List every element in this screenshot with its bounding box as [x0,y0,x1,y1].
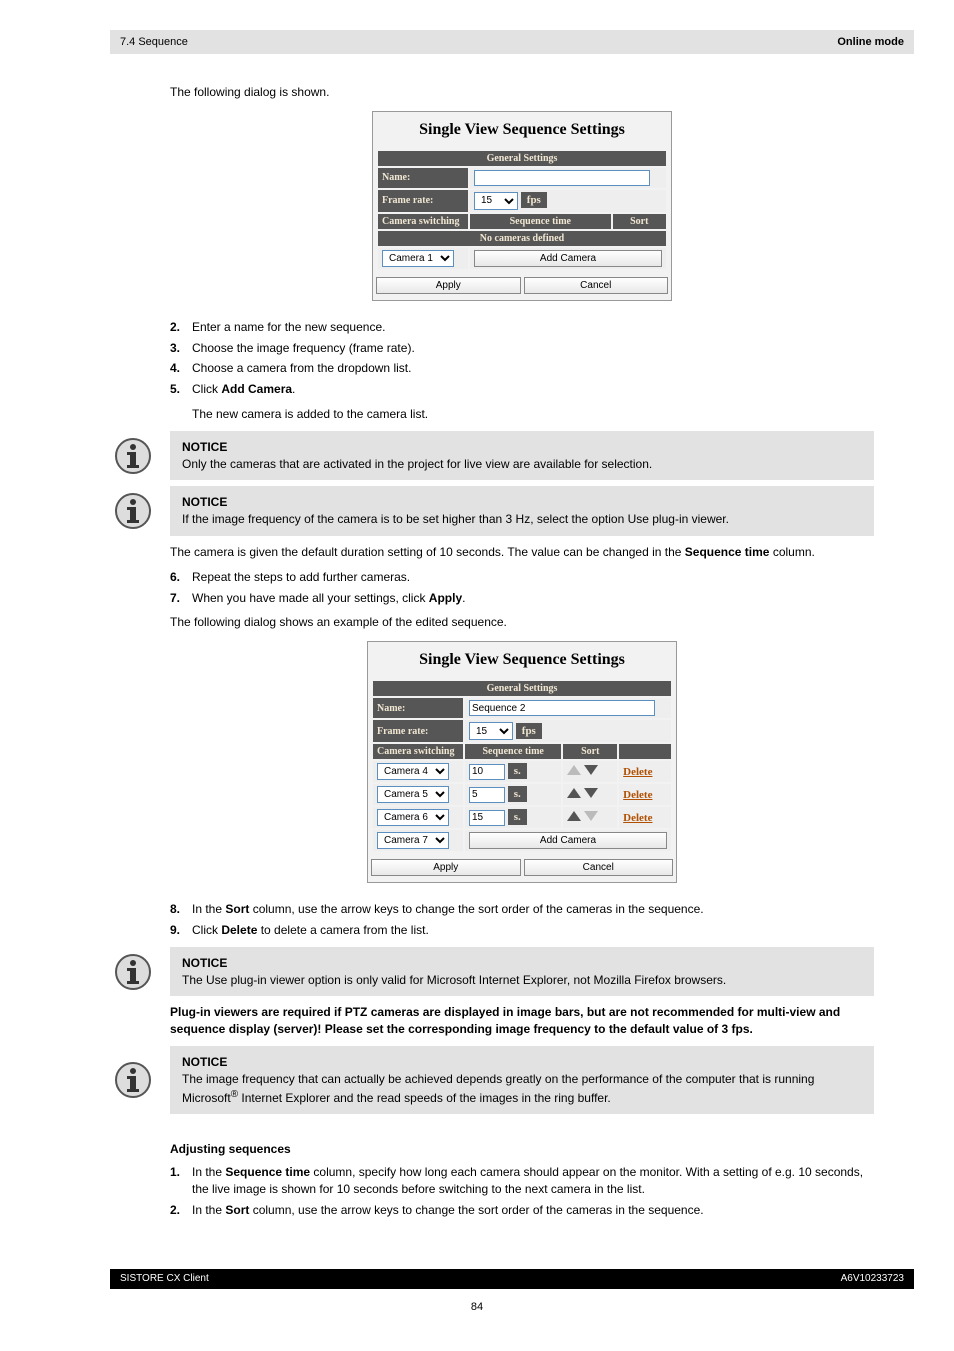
fig1-rate-label: Frame rate: [378,190,468,212]
intro-steps: 2.Enter a name for the new sequence. 3.C… [170,319,874,398]
fig2-general-header: General Settings [373,681,671,696]
fig2-apply-button[interactable]: Apply [371,859,521,876]
sort-down-icon[interactable] [584,788,598,798]
fig2-delete-link[interactable]: Delete [623,766,652,778]
fig2-row-time-input[interactable] [469,810,505,826]
fig2-rate-label: Frame rate: [373,720,463,742]
fig1-name-label: Name: [378,168,468,188]
fig1-switching-header: Camera switching [378,214,468,229]
fig2-s-unit: s. [508,809,527,825]
fig2-row-camera-select[interactable]: Camera 4 [377,763,449,780]
footer-right: A6V10233723 [841,1273,904,1284]
notice-box-4: NOTICE The image frequency that can actu… [170,1046,874,1114]
info-icon [110,1060,156,1100]
header-section: 7.4 Sequence [120,36,837,48]
footer-left: SISTORE CX Client [120,1273,841,1284]
header-chapter: Online mode [837,36,904,48]
mid-p2: The following dialog shows an example of… [170,614,874,631]
mid-steps-2: 8.In the Sort column, use the arrow keys… [170,901,874,939]
fig2-name-label: Name: [373,698,463,718]
page-header: 7.4 Sequence Online mode [110,30,914,54]
fig1-fps-label: fps [521,192,547,208]
fig2-sort-header: Sort [563,744,617,759]
fig2-delete-link[interactable]: Delete [623,812,652,824]
fig1-sort-header: Sort [613,214,666,229]
notice-box-2: NOTICE If the image frequency of the cam… [170,486,874,536]
info-icon [110,436,156,476]
info-icon [110,952,156,992]
fig2-add-camera-button[interactable]: Add Camera [469,832,667,849]
notice-box-1: NOTICE Only the cameras that are activat… [170,431,874,481]
fig2-switching-header: Camera switching [373,744,463,759]
fig2-seqtime-header: Sequence time [465,744,561,759]
fig1-seqtime-header: Sequence time [470,214,611,229]
adjust-steps: 1.In the Sequence time column, specify h… [170,1164,874,1218]
fig2-name-input[interactable] [469,700,655,716]
fig1-rate-select[interactable]: 15 [474,192,518,210]
info-icon [110,491,156,531]
fig2-row-camera-select[interactable]: Camera 5 [377,786,449,803]
fig1-apply-button[interactable]: Apply [376,277,521,294]
notice-box-3: NOTICE The Use plug-in viewer option is … [170,947,874,997]
fig1-general-header: General Settings [378,151,666,166]
fig2-row-camera-select[interactable]: Camera 6 [377,809,449,826]
fig2-fps-label: fps [516,723,542,739]
intro-p2: The new camera is added to the camera li… [192,406,874,423]
mid-p1: The camera is given the default duration… [170,544,874,561]
fig1-title: Single View Sequence Settings [376,115,668,149]
fig1-cancel-button[interactable]: Cancel [524,277,669,294]
mid-steps-1: 6.Repeat the steps to add further camera… [170,569,874,607]
fig2-cancel-button[interactable]: Cancel [524,859,674,876]
fig2-s-unit: s. [508,763,527,779]
fig2-delete-link[interactable]: Delete [623,789,652,801]
figure-sequence-filled: Single View Sequence Settings General Se… [367,641,677,883]
fig2-camera-select[interactable]: Camera 7 [377,832,449,849]
fig1-camera-select[interactable]: Camera 1 [382,250,454,267]
bold-warning: Plug-in viewers are required if PTZ came… [170,1004,874,1038]
sort-up-icon[interactable] [567,765,581,775]
fig1-nocam: No cameras defined [378,231,666,246]
fig2-title: Single View Sequence Settings [371,645,673,679]
fig2-rate-select[interactable]: 15 [469,722,513,740]
fig1-name-input[interactable] [474,170,650,186]
figure-sequence-empty: Single View Sequence Settings General Se… [372,111,672,301]
sort-up-icon[interactable] [567,811,581,821]
fig2-s-unit: s. [508,786,527,802]
fig2-row-time-input[interactable] [469,764,505,780]
sort-down-icon[interactable] [584,811,598,821]
page-number: 84 [40,1301,914,1313]
fig1-add-camera-button[interactable]: Add Camera [474,250,662,267]
fig2-row-time-input[interactable] [469,787,505,803]
page-footer: SISTORE CX Client A6V10233723 [110,1269,914,1289]
subheading-adjusting: Adjusting sequences [170,1142,874,1156]
sort-up-icon[interactable] [567,788,581,798]
sort-down-icon[interactable] [584,765,598,775]
intro-p1: The following dialog is shown. [170,84,874,101]
